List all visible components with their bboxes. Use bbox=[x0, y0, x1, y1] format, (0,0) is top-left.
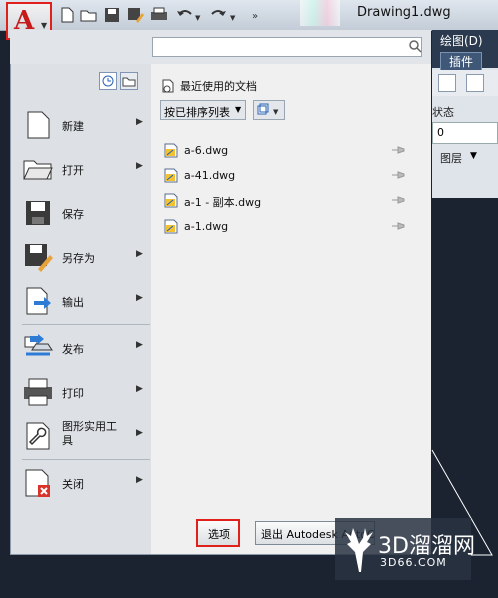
recent-file-item[interactable]: a-1.dwg bbox=[164, 217, 414, 237]
qsaveas-button[interactable] bbox=[126, 6, 144, 24]
save-icon bbox=[105, 8, 119, 22]
ribbon-tool-row bbox=[432, 70, 498, 96]
clock-icon bbox=[102, 75, 114, 87]
menu-item-export[interactable]: 输出 ▶ bbox=[12, 279, 150, 323]
qsave-button[interactable] bbox=[103, 6, 121, 24]
chevron-right-icon: ▶ bbox=[136, 428, 143, 438]
ribbon-tool-icon[interactable] bbox=[466, 74, 484, 92]
ribbon-tool-icon[interactable] bbox=[438, 74, 456, 92]
svg-text:▼: ▼ bbox=[230, 14, 236, 22]
layer-status-label: 状态 bbox=[432, 106, 454, 119]
menu-item-publish[interactable]: 发布 ▶ bbox=[12, 326, 150, 370]
dwg-file-icon bbox=[164, 193, 178, 208]
recent-documents-icon bbox=[162, 79, 174, 93]
chevron-down-icon[interactable]: ▼ bbox=[470, 151, 477, 161]
menu-item-save-as[interactable]: 另存为 ▶ bbox=[12, 235, 150, 279]
recent-file-item[interactable]: a-6.dwg bbox=[164, 141, 414, 161]
pin-icon[interactable] bbox=[390, 193, 406, 207]
tab-plugin[interactable]: 插件 bbox=[440, 52, 483, 71]
menu-separator bbox=[22, 324, 150, 325]
menu-item-close[interactable]: 关闭 ▶ bbox=[12, 461, 150, 505]
menu-item-print[interactable]: 打印 ▶ bbox=[12, 370, 150, 414]
dwg-file-icon bbox=[164, 143, 178, 158]
dwg-file-icon bbox=[164, 219, 178, 234]
chevron-right-icon: ▶ bbox=[136, 340, 143, 350]
close-file-icon bbox=[25, 469, 50, 497]
display-mode-dropdown[interactable]: ▼ bbox=[253, 100, 285, 120]
save-as-icon bbox=[25, 244, 53, 272]
qprint-button[interactable] bbox=[150, 6, 168, 24]
deer-logo-icon bbox=[345, 528, 373, 572]
chevron-right-icon: ▶ bbox=[136, 384, 143, 394]
save-icon bbox=[26, 201, 50, 225]
title-decoration bbox=[300, 0, 340, 26]
open-folder-icon bbox=[80, 10, 97, 22]
svg-text:▼: ▼ bbox=[195, 14, 201, 22]
layer-panel-label[interactable]: 图层 bbox=[440, 150, 462, 166]
redo-icon: ▼ bbox=[211, 10, 236, 22]
wrench-icon bbox=[26, 422, 50, 450]
qopen-button[interactable] bbox=[80, 6, 98, 24]
folder-icon bbox=[122, 77, 136, 87]
tab-draw[interactable]: 绘图(D) bbox=[440, 32, 483, 49]
new-file-icon bbox=[61, 7, 74, 23]
recent-file-item[interactable]: a-1 - 副本.dwg bbox=[164, 191, 414, 211]
publish-icon bbox=[24, 334, 53, 356]
save-as-icon bbox=[128, 8, 144, 23]
document-title: Drawing1.dwg bbox=[357, 5, 451, 20]
chevron-right-icon: ▶ bbox=[136, 249, 143, 259]
print-icon bbox=[151, 7, 167, 20]
dwg-file-icon bbox=[164, 168, 178, 183]
pin-icon[interactable] bbox=[390, 219, 406, 233]
open-folder-icon bbox=[23, 160, 53, 180]
new-file-icon bbox=[27, 111, 50, 139]
pin-icon[interactable] bbox=[390, 168, 406, 182]
redo-button[interactable]: ▼ bbox=[210, 6, 236, 24]
qa-overflow-button[interactable]: » bbox=[250, 6, 268, 24]
chevron-right-icon: ▶ bbox=[136, 293, 143, 303]
sort-order-dropdown[interactable]: 按已排序列表 ▼ bbox=[160, 100, 246, 120]
search-input[interactable] bbox=[152, 37, 422, 57]
search-icon[interactable] bbox=[408, 39, 422, 53]
menu-separator bbox=[22, 459, 150, 460]
menu-item-save[interactable]: 保存 bbox=[12, 191, 150, 235]
sort-order-value: 按已排序列表 bbox=[164, 106, 230, 119]
svg-text:»: » bbox=[252, 11, 258, 22]
export-icon bbox=[26, 287, 51, 315]
menu-item-drawing-utilities[interactable]: 图形实用工具 ▶ bbox=[12, 414, 150, 458]
menu-item-new[interactable]: 新建 ▶ bbox=[12, 103, 150, 147]
chevron-down-icon: ▼ bbox=[41, 21, 48, 30]
recent-documents-panel bbox=[151, 64, 431, 554]
recent-file-item[interactable]: a-41.dwg bbox=[164, 166, 414, 186]
chevron-right-icon: ▶ bbox=[136, 161, 143, 171]
menu-item-open[interactable]: 打开 ▶ bbox=[12, 147, 150, 191]
undo-button[interactable]: ▼ bbox=[175, 6, 201, 24]
chevron-right-icon: ▶ bbox=[136, 475, 143, 485]
double-chevron-right-icon: » bbox=[252, 11, 258, 22]
pin-icon[interactable] bbox=[390, 143, 406, 157]
document-icon-view-icon: ▼ bbox=[257, 103, 279, 116]
layer-status-field[interactable]: 0 bbox=[432, 122, 498, 144]
options-button[interactable]: 选项 bbox=[196, 519, 240, 547]
recent-documents-title: 最近使用的文档 bbox=[180, 80, 257, 93]
open-documents-view-button[interactable] bbox=[120, 72, 138, 90]
chevron-right-icon: ▶ bbox=[136, 117, 143, 127]
chevron-down-icon: ▼ bbox=[235, 105, 242, 114]
recent-documents-view-button[interactable] bbox=[99, 72, 117, 90]
svg-text:▼: ▼ bbox=[273, 108, 279, 116]
watermark-subtext: 3D66.COM bbox=[380, 556, 447, 569]
print-icon bbox=[24, 378, 52, 406]
qnew-button[interactable] bbox=[58, 6, 76, 24]
undo-icon: ▼ bbox=[177, 10, 201, 22]
